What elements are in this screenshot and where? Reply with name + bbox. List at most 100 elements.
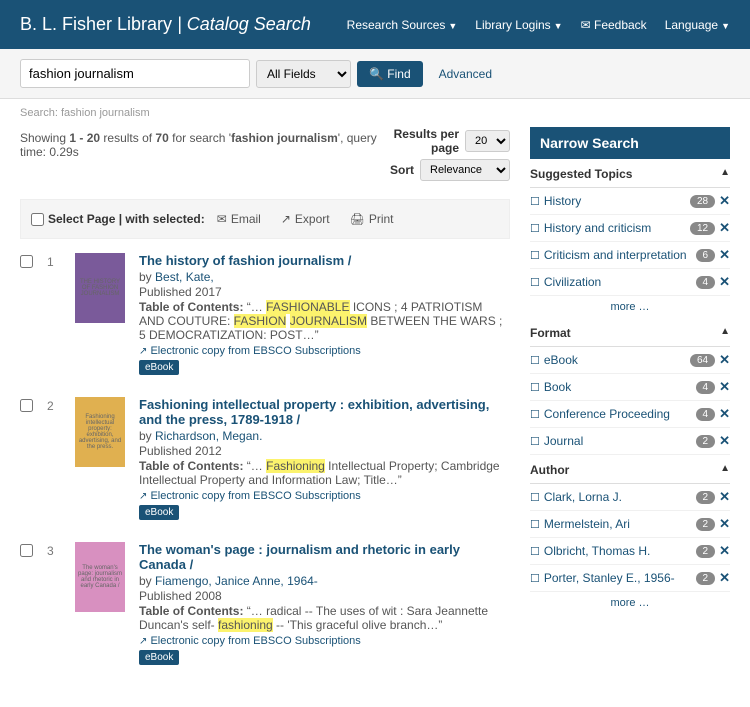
facet-exclude-icon[interactable]: ✕ — [719, 379, 730, 395]
facet-count: 28 — [690, 195, 715, 208]
author-link[interactable]: Fiamengo, Janice Anne, 1964- — [155, 574, 318, 588]
author-link[interactable]: Richardson, Megan. — [155, 429, 262, 443]
nav-language[interactable]: Language▼ — [665, 18, 730, 32]
facet-item: ☐ History and criticism 12 ✕ — [530, 215, 730, 242]
select-page-checkbox[interactable] — [31, 213, 44, 226]
cover-image[interactable]: Fashioning intellectual property: exhibi… — [75, 397, 125, 467]
facet-label[interactable]: Conference Proceeding — [544, 407, 696, 421]
facet-exclude-icon[interactable]: ✕ — [719, 433, 730, 449]
facet-exclude-icon[interactable]: ✕ — [719, 516, 730, 532]
cover-image[interactable]: The woman's page: journalism and rhetori… — [75, 542, 125, 612]
nav-feedback[interactable]: ✉ Feedback — [581, 18, 647, 32]
facet-label[interactable]: History and criticism — [544, 221, 690, 235]
facet-exclude-icon[interactable]: ✕ — [719, 352, 730, 368]
facet-exclude-icon[interactable]: ✕ — [719, 220, 730, 236]
facet-header[interactable]: Suggested Topics▲ — [530, 159, 730, 188]
result-number: 2 — [47, 397, 61, 520]
header-nav: Research Sources▼ Library Logins▼ ✉ Feed… — [347, 18, 730, 32]
search-field-select[interactable]: All Fields — [256, 60, 351, 88]
facet-checkbox[interactable]: ☐ — [530, 381, 540, 394]
author-link[interactable]: Best, Kate, — [155, 270, 214, 284]
facet-checkbox[interactable]: ☐ — [530, 249, 540, 262]
sort-select[interactable]: Relevance — [420, 159, 510, 181]
facet-label[interactable]: Book — [544, 380, 696, 394]
facet-exclude-icon[interactable]: ✕ — [719, 406, 730, 422]
facet-label[interactable]: Mermelstein, Ari — [544, 517, 696, 531]
facet-checkbox[interactable]: ☐ — [530, 354, 540, 367]
facet-checkbox[interactable]: ☐ — [530, 518, 540, 531]
result-checkbox[interactable] — [20, 255, 33, 268]
result-title-link[interactable]: Fashioning intellectual property : exhib… — [139, 397, 510, 427]
facet-more[interactable]: more … — [530, 592, 730, 614]
search-input[interactable] — [20, 59, 250, 88]
sort-label: Sort — [390, 163, 414, 177]
facet-checkbox[interactable]: ☐ — [530, 491, 540, 504]
result-title-link[interactable]: The woman's page : journalism and rhetor… — [139, 542, 510, 572]
nav-logins[interactable]: Library Logins▼ — [475, 18, 562, 32]
rpp-select[interactable]: 20 — [465, 130, 510, 152]
facet-exclude-icon[interactable]: ✕ — [719, 570, 730, 586]
ebsco-link[interactable]: ↗ Electronic copy from EBSCO Subscriptio… — [139, 490, 510, 502]
ebsco-link[interactable]: ↗ Electronic copy from EBSCO Subscriptio… — [139, 345, 510, 357]
facet-count: 4 — [696, 276, 716, 289]
facet-count: 2 — [696, 572, 716, 585]
external-link-icon: ↗ — [139, 346, 147, 357]
facet-count: 6 — [696, 249, 716, 262]
facet-exclude-icon[interactable]: ✕ — [719, 247, 730, 263]
facet-count: 2 — [696, 518, 716, 531]
facet-more[interactable]: more … — [530, 296, 730, 318]
facet-exclude-icon[interactable]: ✕ — [719, 543, 730, 559]
result-published: Published 2012 — [139, 444, 510, 458]
facet-label[interactable]: eBook — [544, 353, 690, 367]
result-published: Published 2008 — [139, 589, 510, 603]
facet-checkbox[interactable]: ☐ — [530, 195, 540, 208]
collapse-icon[interactable]: ▲ — [720, 326, 730, 340]
facet-label[interactable]: Olbricht, Thomas H. — [544, 544, 696, 558]
facet-checkbox[interactable]: ☐ — [530, 572, 540, 585]
facet-label[interactable]: History — [544, 194, 690, 208]
facet-count: 12 — [690, 222, 715, 235]
cover-image[interactable]: THE HISTORY OF FASHION JOURNALISM — [75, 253, 125, 323]
result-item: 2 Fashioning intellectual property: exhi… — [20, 397, 510, 520]
result-number: 3 — [47, 542, 61, 665]
results-summary: Showing 1 - 20 results of 70 for search … — [20, 127, 382, 185]
facet-exclude-icon[interactable]: ✕ — [719, 489, 730, 505]
nav-research[interactable]: Research Sources▼ — [347, 18, 458, 32]
facet-label[interactable]: Clark, Lorna J. — [544, 490, 696, 504]
result-checkbox[interactable] — [20, 544, 33, 557]
facet-label[interactable]: Porter, Stanley E., 1956- — [544, 571, 696, 585]
print-button[interactable]: 🖨Print — [342, 208, 402, 230]
facet-checkbox[interactable]: ☐ — [530, 276, 540, 289]
result-title-link[interactable]: The history of fashion journalism / — [139, 253, 510, 268]
collapse-icon[interactable]: ▲ — [720, 167, 730, 181]
facet-label[interactable]: Civilization — [544, 275, 696, 289]
format-badge: eBook — [139, 360, 179, 375]
facet-item: ☐ Conference Proceeding 4 ✕ — [530, 401, 730, 428]
facet-header[interactable]: Author▲ — [530, 455, 730, 484]
facet-count: 64 — [690, 354, 715, 367]
email-button[interactable]: ✉Email — [209, 208, 269, 230]
ebsco-link[interactable]: ↗ Electronic copy from EBSCO Subscriptio… — [139, 635, 510, 647]
facet-count: 2 — [696, 491, 716, 504]
facet-header[interactable]: Format▲ — [530, 318, 730, 347]
advanced-link[interactable]: Advanced — [439, 67, 492, 81]
external-link-icon: ↗ — [139, 636, 147, 647]
export-icon: ↗ — [281, 212, 291, 226]
facet-exclude-icon[interactable]: ✕ — [719, 274, 730, 290]
rpp-label: Results per page — [382, 127, 459, 155]
result-author: by Fiamengo, Janice Anne, 1964- — [139, 574, 510, 588]
result-checkbox[interactable] — [20, 399, 33, 412]
find-button[interactable]: 🔍 Find — [357, 61, 423, 87]
facet-checkbox[interactable]: ☐ — [530, 222, 540, 235]
export-button[interactable]: ↗Export — [273, 208, 338, 230]
facet-count: 4 — [696, 381, 716, 394]
collapse-icon[interactable]: ▲ — [720, 463, 730, 477]
facet-exclude-icon[interactable]: ✕ — [719, 193, 730, 209]
facet-label[interactable]: Journal — [544, 434, 696, 448]
facet-label[interactable]: Criticism and interpretation — [544, 248, 696, 262]
result-item: 3 The woman's page: journalism and rheto… — [20, 542, 510, 665]
facet-checkbox[interactable]: ☐ — [530, 435, 540, 448]
facet-checkbox[interactable]: ☐ — [530, 545, 540, 558]
facet-item: ☐ Civilization 4 ✕ — [530, 269, 730, 296]
facet-checkbox[interactable]: ☐ — [530, 408, 540, 421]
